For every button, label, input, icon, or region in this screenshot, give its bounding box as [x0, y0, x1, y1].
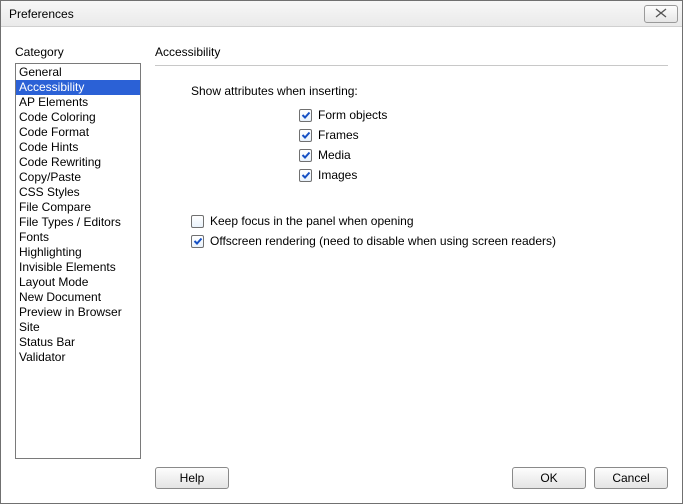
category-item[interactable]: Code Hints [16, 140, 140, 155]
keep-focus-row: Keep focus in the panel when opening [191, 214, 668, 228]
category-listbox[interactable]: GeneralAccessibilityAP ElementsCode Colo… [15, 63, 141, 459]
category-item[interactable]: File Compare [16, 200, 140, 215]
preferences-window: Preferences Category GeneralAccessibilit… [0, 0, 683, 504]
insert-check-row: Media [299, 148, 668, 162]
category-item[interactable]: Code Coloring [16, 110, 140, 125]
category-column: Category GeneralAccessibilityAP Elements… [15, 45, 141, 459]
insert-check-label: Frames [318, 128, 359, 142]
category-item[interactable]: Preview in Browser [16, 305, 140, 320]
category-item[interactable]: Fonts [16, 230, 140, 245]
category-item[interactable]: Highlighting [16, 245, 140, 260]
offscreen-row: Offscreen rendering (need to disable whe… [191, 234, 668, 248]
insert-check-label: Media [318, 148, 351, 162]
category-item[interactable]: Validator [16, 350, 140, 365]
panel-title: Accessibility [155, 45, 668, 59]
category-item[interactable]: Code Rewriting [16, 155, 140, 170]
ok-button[interactable]: OK [512, 467, 586, 489]
titlebar: Preferences [1, 1, 682, 27]
insert-check-label: Images [318, 168, 357, 182]
insert-checkbox[interactable] [299, 109, 312, 122]
category-item[interactable]: Site [16, 320, 140, 335]
category-item[interactable]: Copy/Paste [16, 170, 140, 185]
footer: Help OK Cancel [15, 459, 668, 493]
keep-focus-label: Keep focus in the panel when opening [210, 214, 414, 228]
close-icon [655, 7, 667, 21]
category-item[interactable]: Status Bar [16, 335, 140, 350]
insert-check-row: Form objects [299, 108, 668, 122]
category-item[interactable]: CSS Styles [16, 185, 140, 200]
insert-check-label: Form objects [318, 108, 387, 122]
category-label: Category [15, 45, 141, 59]
insert-checkbox[interactable] [299, 149, 312, 162]
panel-divider [155, 65, 668, 66]
category-item[interactable]: Invisible Elements [16, 260, 140, 275]
insert-checkbox[interactable] [299, 129, 312, 142]
insert-check-row: Frames [299, 128, 668, 142]
category-item[interactable]: New Document [16, 290, 140, 305]
category-item[interactable]: File Types / Editors [16, 215, 140, 230]
category-item[interactable]: AP Elements [16, 95, 140, 110]
category-item[interactable]: General [16, 65, 140, 80]
columns: Category GeneralAccessibilityAP Elements… [15, 45, 668, 459]
category-item[interactable]: Layout Mode [16, 275, 140, 290]
offscreen-label: Offscreen rendering (need to disable whe… [210, 234, 556, 248]
ok-button-label: OK [540, 471, 557, 485]
close-button[interactable] [644, 5, 678, 23]
window-title: Preferences [9, 7, 644, 21]
cancel-button-label: Cancel [612, 471, 649, 485]
insert-check-row: Images [299, 168, 668, 182]
insert-section-heading: Show attributes when inserting: [191, 84, 668, 98]
insert-checkbox[interactable] [299, 169, 312, 182]
panel-column: Accessibility Show attributes when inser… [155, 45, 668, 459]
offscreen-checkbox[interactable] [191, 235, 204, 248]
cancel-button[interactable]: Cancel [594, 467, 668, 489]
insert-section: Show attributes when inserting: Form obj… [191, 84, 668, 254]
keep-focus-checkbox[interactable] [191, 215, 204, 228]
category-item[interactable]: Code Format [16, 125, 140, 140]
insert-checks: Form objects Frames Media Images [299, 108, 668, 182]
help-button[interactable]: Help [155, 467, 229, 489]
help-button-label: Help [180, 471, 205, 485]
category-item[interactable]: Accessibility [16, 80, 140, 95]
dialog-body: Category GeneralAccessibilityAP Elements… [1, 27, 682, 503]
